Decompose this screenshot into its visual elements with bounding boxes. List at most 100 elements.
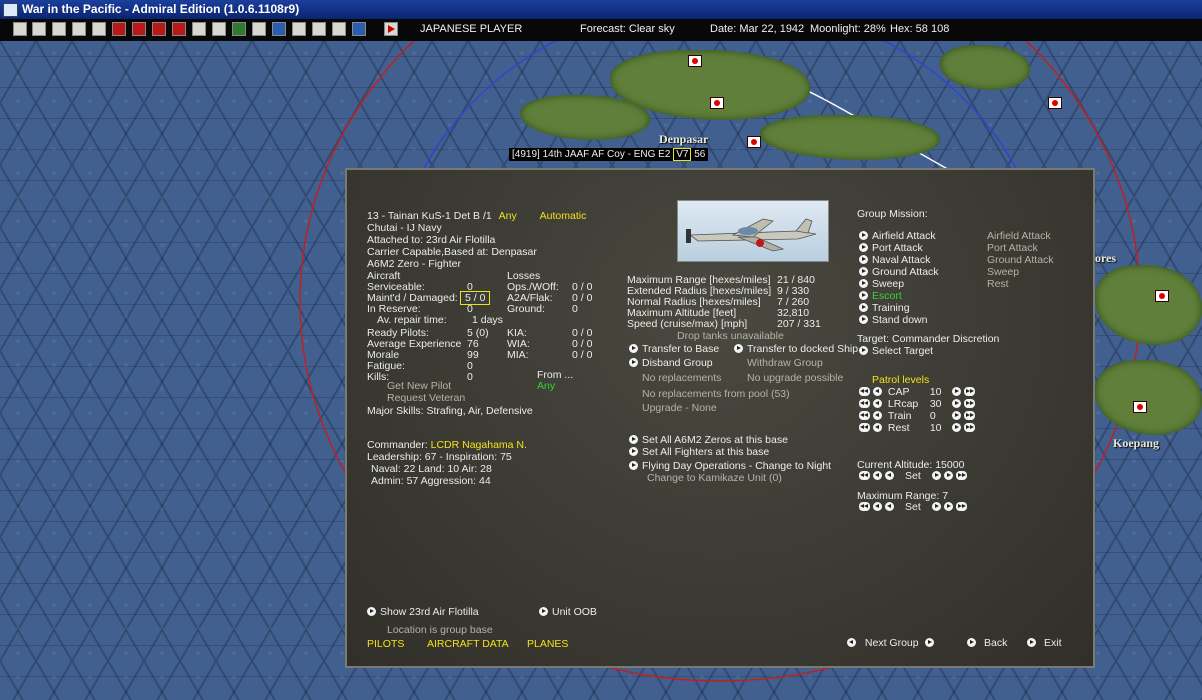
double-left-icon[interactable] — [859, 502, 870, 511]
base-marker-icon[interactable] — [688, 55, 702, 67]
show-flotilla-button[interactable]: Show 23rd Air Flotilla — [367, 606, 479, 618]
double-right-icon[interactable] — [955, 502, 967, 511]
unit-oob-label: Unit OOB — [552, 606, 597, 618]
select-target-button[interactable]: Select Target — [859, 345, 933, 357]
arrow-right-icon — [629, 358, 638, 367]
transfer-ship-button[interactable]: Transfer to docked Ship — [734, 343, 858, 355]
ship-icon[interactable] — [132, 22, 146, 36]
commander-admin: Admin: 57 Aggression: 44 — [371, 475, 491, 487]
base-marker-icon[interactable] — [1133, 401, 1147, 413]
double-right-icon[interactable] — [963, 387, 975, 396]
airplane-icon[interactable] — [152, 22, 166, 36]
base-marker-icon[interactable] — [1155, 290, 1169, 302]
next-arrow-icon[interactable] — [924, 638, 934, 647]
toolbar-button-1-icon[interactable] — [13, 22, 27, 36]
double-left-icon[interactable] — [859, 411, 870, 420]
secondary-ground-attack[interactable]: Ground Attack — [987, 254, 1054, 266]
tab-pilots[interactable]: PILOTS — [367, 638, 404, 650]
range-set-button[interactable]: Set — [900, 501, 926, 513]
unit-type: Chutai - IJ Navy — [367, 222, 442, 234]
left-arrow-icon[interactable] — [873, 387, 882, 396]
previous-arrow-icon[interactable] — [847, 638, 856, 647]
secondary-port-attack[interactable]: Port Attack — [987, 242, 1038, 254]
toolbar-button-4-icon[interactable] — [72, 22, 86, 36]
toolbar-button-3-icon[interactable] — [52, 22, 66, 36]
toolbar-button-15-icon[interactable] — [292, 22, 306, 36]
commander-name-link[interactable]: LCDR Nagahama N. — [431, 439, 527, 451]
double-right-icon[interactable] — [963, 399, 975, 408]
mission-naval-attack[interactable]: Naval Attack — [859, 254, 930, 266]
flag-icon[interactable] — [112, 22, 126, 36]
left-arrow-icon[interactable] — [873, 411, 882, 420]
left-arrow-icon[interactable] — [873, 423, 882, 432]
set-all-fighters-button[interactable]: Set All Fighters at this base — [629, 446, 769, 458]
mission-ground-attack[interactable]: Ground Attack — [859, 266, 939, 278]
base-icon[interactable] — [172, 22, 186, 36]
altitude-set-button[interactable]: Set — [900, 470, 926, 482]
disband-group-button[interactable]: Disband Group — [629, 357, 713, 369]
double-right-icon[interactable] — [963, 411, 975, 420]
toolbar-button-13-icon[interactable] — [252, 22, 266, 36]
request-veteran-link[interactable]: Request Veteran — [387, 392, 465, 404]
right-arrow-icon[interactable] — [951, 399, 961, 408]
globe-icon[interactable] — [272, 22, 286, 36]
mission-sweep[interactable]: Sweep — [859, 278, 904, 290]
next-group-button[interactable]: Next Group — [847, 637, 934, 649]
transfer-base-button[interactable]: Transfer to Base — [629, 343, 719, 355]
mission-airfield-attack[interactable]: Airfield Attack — [859, 230, 936, 242]
double-left-icon[interactable] — [859, 471, 870, 480]
toolbar-button-5-icon[interactable] — [92, 22, 106, 36]
tab-planes[interactable]: PLANES — [527, 638, 568, 650]
right-arrow-icon[interactable] — [951, 411, 961, 420]
from-value-link[interactable]: Any — [537, 380, 555, 392]
toolbar-button-18-icon[interactable] — [352, 22, 366, 36]
double-left-icon[interactable] — [859, 423, 870, 432]
group-automatic-link[interactable]: Automatic — [540, 210, 587, 222]
right-arrow-icon[interactable] — [951, 423, 961, 432]
secondary-airfield-attack[interactable]: Airfield Attack — [987, 230, 1051, 242]
left-arrow-icon[interactable] — [873, 471, 882, 480]
double-right-icon[interactable] — [955, 471, 967, 480]
set-all-zeros-button[interactable]: Set All A6M2 Zeros at this base — [629, 434, 788, 446]
left-arrow-icon[interactable] — [873, 502, 882, 511]
toolbar-button-2-icon[interactable] — [32, 22, 46, 36]
right-arrow-icon[interactable] — [931, 502, 941, 511]
map-label-koepang: Koepang — [1113, 436, 1160, 450]
right-arrow-icon[interactable] — [943, 502, 953, 511]
double-left-icon[interactable] — [859, 399, 870, 408]
back-button[interactable]: Back — [967, 637, 1007, 649]
unit-oob-button[interactable]: Unit OOB — [539, 606, 597, 618]
disband-group-label: Disband Group — [642, 357, 713, 369]
right-arrow-icon[interactable] — [951, 387, 961, 396]
left-arrow-icon[interactable] — [885, 502, 894, 511]
base-marker-icon[interactable] — [747, 136, 761, 148]
toolbar-button-17-icon[interactable] — [332, 22, 346, 36]
toolbar-button-10-icon[interactable] — [192, 22, 206, 36]
right-arrow-icon[interactable] — [931, 471, 941, 480]
tab-aircraft-data[interactable]: AIRCRAFT DATA — [427, 638, 509, 650]
right-arrow-icon[interactable] — [943, 471, 953, 480]
toolbar-button-11-icon[interactable] — [212, 22, 226, 36]
group-any-link[interactable]: Any — [499, 210, 517, 222]
arrow-right-icon — [629, 435, 638, 444]
double-left-icon[interactable] — [859, 387, 870, 396]
flying-day-button[interactable]: Flying Day Operations - Change to Night — [629, 460, 831, 472]
get-new-pilot-link[interactable]: Get New Pilot — [387, 380, 451, 392]
left-arrow-icon[interactable] — [885, 471, 894, 480]
patrol-label: CAP — [887, 386, 910, 398]
end-turn-play-icon[interactable] — [384, 22, 398, 36]
toolbar-button-12-icon[interactable] — [232, 22, 246, 36]
secondary-sweep[interactable]: Sweep — [987, 266, 1019, 278]
mission-escort[interactable]: Escort — [859, 290, 902, 302]
exit-button[interactable]: Exit — [1027, 637, 1062, 649]
toolbar-button-16-icon[interactable] — [312, 22, 326, 36]
base-marker-icon[interactable] — [1048, 97, 1062, 109]
base-marker-icon[interactable] — [710, 97, 724, 109]
mission-stand-down[interactable]: Stand down — [859, 314, 927, 326]
secondary-rest[interactable]: Rest — [987, 278, 1009, 290]
mission-port-attack[interactable]: Port Attack — [859, 242, 923, 254]
left-arrow-icon[interactable] — [873, 399, 882, 408]
mission-training[interactable]: Training — [859, 302, 910, 314]
arrow-right-icon — [859, 291, 868, 300]
double-right-icon[interactable] — [963, 423, 975, 432]
